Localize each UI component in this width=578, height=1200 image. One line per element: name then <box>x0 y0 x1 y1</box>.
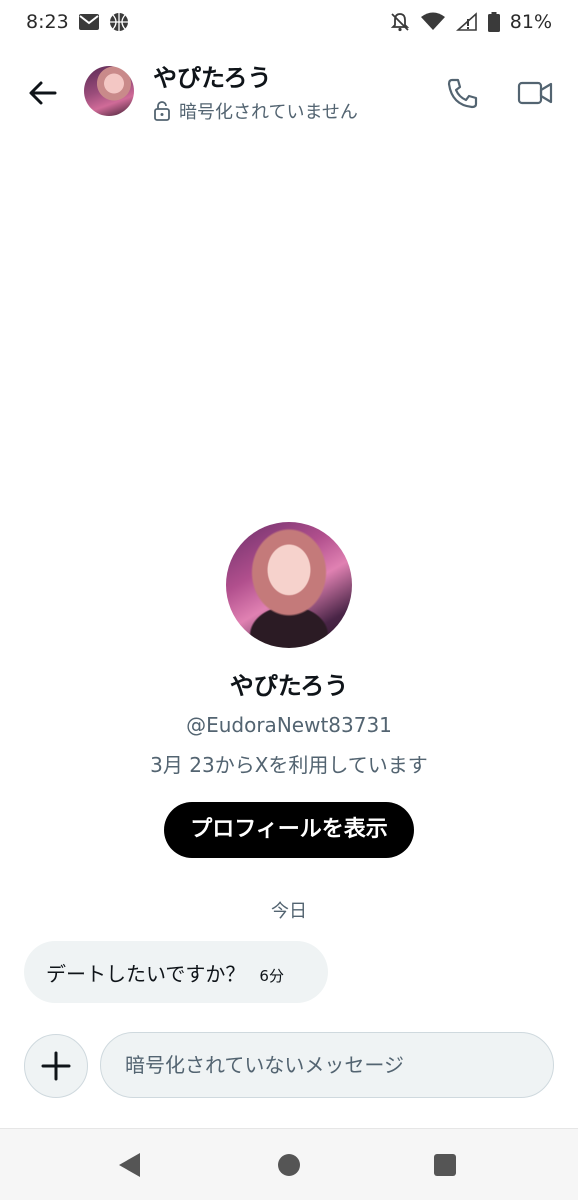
message-bubble[interactable]: デートしたいですか？ 6分 <box>24 941 328 1003</box>
profile-avatar[interactable] <box>226 522 352 648</box>
wifi-icon <box>420 12 446 32</box>
day-separator: 今日 <box>271 901 307 922</box>
profile-name: やぴたろう <box>229 672 349 700</box>
encryption-status: 暗号化されていません <box>153 98 358 124</box>
battery-level: 81% <box>509 11 552 33</box>
nav-recents-button[interactable] <box>434 1154 456 1176</box>
video-icon <box>517 81 553 105</box>
status-left: 8:23 <box>26 11 129 33</box>
mail-icon <box>78 14 99 30</box>
profile-summary: やぴたろう @EudoraNewt83731 3月 23からXを利用しています … <box>0 522 578 858</box>
add-attachment-button[interactable] <box>24 1034 88 1098</box>
profile-joined-date: 3月 23からXを利用しています <box>150 753 428 777</box>
status-bar: 8:23 81% <box>0 0 578 44</box>
back-button[interactable] <box>24 74 62 112</box>
phone-icon <box>447 78 478 109</box>
signal-icon <box>455 12 478 32</box>
view-profile-button[interactable]: プロフィールを表示 <box>164 802 414 858</box>
muted-bell-icon <box>390 12 410 32</box>
message-timestamp: 6分 <box>259 966 284 985</box>
nav-home-button[interactable] <box>278 1154 300 1176</box>
lock-open-icon <box>154 101 170 121</box>
status-time: 8:23 <box>26 11 69 33</box>
call-button[interactable] <box>444 74 482 112</box>
status-right: 81% <box>390 11 552 33</box>
message-text: デートしたいですか？ <box>46 961 246 986</box>
plus-icon <box>41 1051 71 1081</box>
message-input[interactable] <box>100 1032 554 1098</box>
system-nav-bar <box>0 1128 578 1200</box>
encryption-status-label: 暗号化されていません <box>179 102 358 123</box>
conversation-header: やぴたろう 暗号化されていません <box>0 52 578 132</box>
profile-handle: @EudoraNewt83731 <box>186 713 392 737</box>
triangle-back-icon <box>119 1153 140 1177</box>
header-avatar[interactable] <box>84 66 134 116</box>
nav-back-button[interactable] <box>116 1151 142 1183</box>
basketball-icon <box>109 12 129 32</box>
video-call-button[interactable] <box>516 74 554 112</box>
contact-name[interactable]: やぴたろう <box>153 58 272 93</box>
battery-icon <box>487 12 500 32</box>
back-arrow-icon <box>29 81 57 105</box>
